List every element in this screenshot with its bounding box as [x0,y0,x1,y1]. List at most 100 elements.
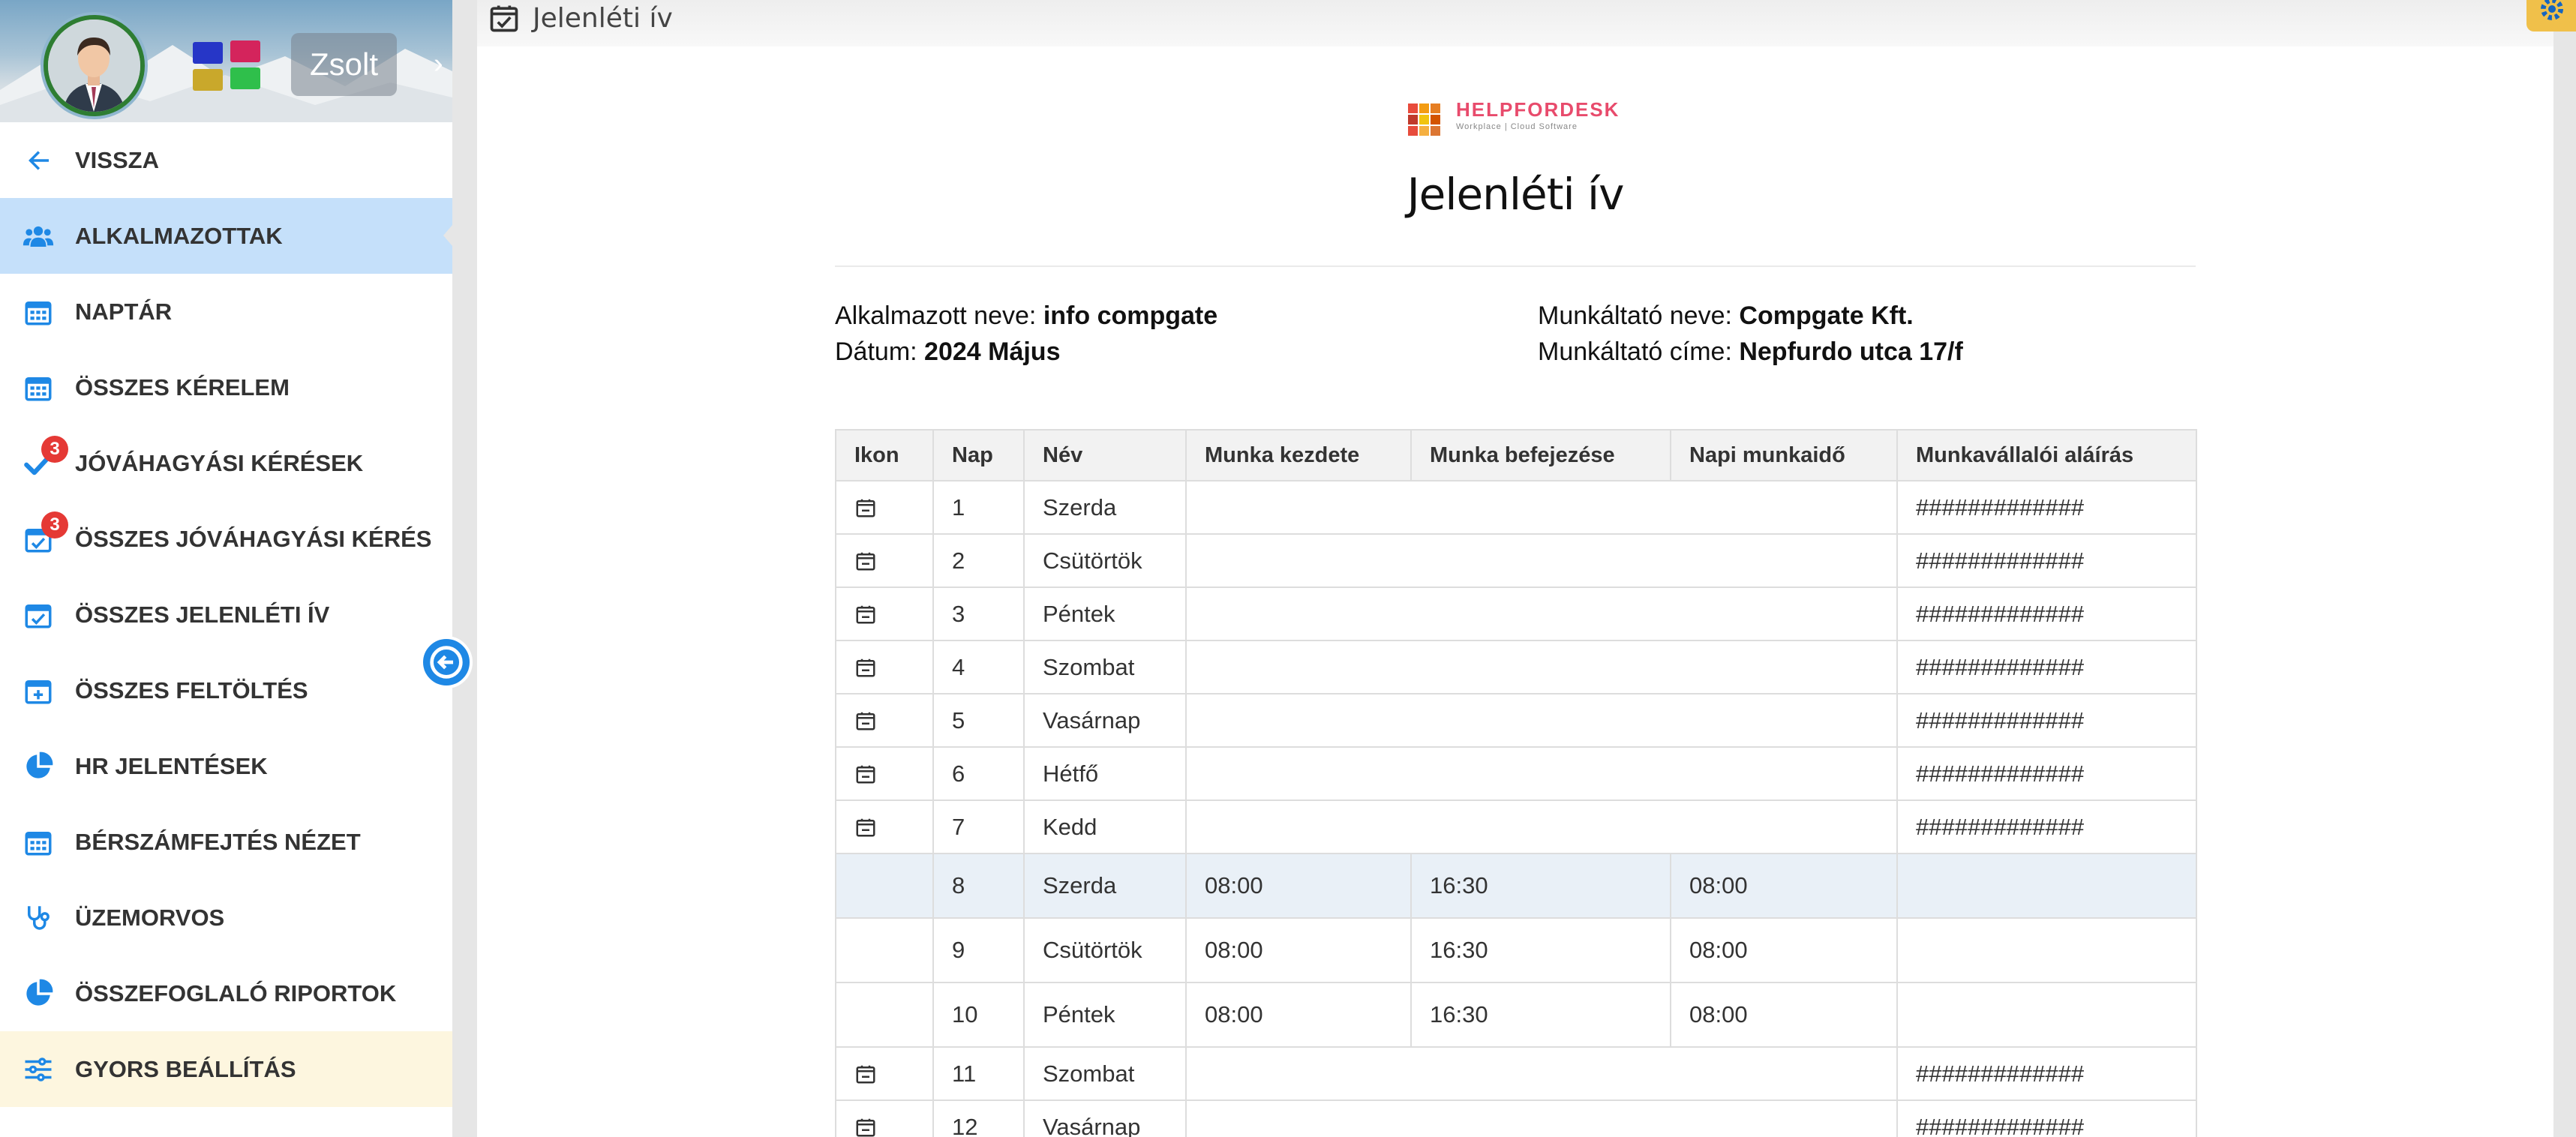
calendar-icon [25,832,52,856]
signature-cell: ############# [1896,800,2197,854]
sidebar-item-vissza[interactable]: VISSZA [0,122,452,198]
day-name-cell: Péntek [1023,982,1187,1048]
logo-tagline: Workplace | Cloud Software [1456,122,1578,131]
icon-cell [835,917,934,983]
sidebar-item-osszes-jelenleti-iv[interactable]: ÖSSZES JELENLÉTI ÍV [0,577,452,652]
empty-time-cell [1185,480,1898,535]
sliders-icon [25,1058,52,1082]
employer-address-label: Munkáltató címe: [1538,338,1732,366]
sidebar-item-osszes-feltoltes[interactable]: ÖSSZES FELTÖLTÉS [0,652,452,728]
end-time-cell: 16:30 [1410,982,1671,1048]
table-row: 11 Szombat ############# [835,1046,2197,1101]
end-time-cell: 16:30 [1410,853,1671,919]
calendar-plus-icon [25,680,52,704]
logo-name: HELPFORDESK [1456,98,1620,121]
notification-badge: 3 [41,512,68,538]
sidebar-item-osszes-jovahagyasi-keres[interactable]: 3 ÖSSZES JÓVÁHAGYÁSI KÉRÉS [0,501,452,577]
sidebar: Zsolt › VISSZA ALKALMAZOTTAK NAPTÁR ÖSSZ… [0,0,452,1137]
settings-gear-button[interactable] [2526,0,2576,32]
day-name-cell: Csütörtök [1023,917,1187,983]
empty-time-cell [1185,1046,1898,1101]
collapse-sidebar-button[interactable] [420,636,473,688]
sidebar-item-label: NAPTÁR [75,298,173,325]
icon-cell [835,1100,934,1137]
empty-time-cell [1185,640,1898,694]
app-logo[interactable] [193,40,262,92]
users-icon [23,226,54,247]
date-label: Dátum: [835,338,917,366]
table-row: 2 Csütörtök ############# [835,533,2197,588]
signature-cell: ############# [1896,693,2197,748]
pie-chart-icon [26,752,53,778]
calendar-minus-icon [856,1118,875,1136]
sidebar-item-label: ALKALMAZOTTAK [75,223,283,249]
employer-name-label: Munkáltató neve: [1538,302,1732,330]
signature-cell: ############# [1896,1046,2197,1101]
sidebar-item-naptar[interactable]: NAPTÁR [0,274,452,350]
icon-cell [835,746,934,801]
calendar-minus-icon [856,765,875,783]
column-header: Név [1023,429,1187,482]
employer-name-value: Compgate Kft. [1739,302,1914,330]
calendar-minus-icon [856,658,875,676]
icon-cell [835,586,934,641]
day-name-cell: Szombat [1023,640,1187,694]
helpfordesk-logo: HELPFORDESK Workplace | Cloud Software [1408,92,1633,137]
sidebar-item-label: HR JELENTÉSEK [75,753,268,779]
day-cell: 9 [932,917,1025,983]
avatar[interactable] [44,15,145,116]
day-name-cell: Csütörtök [1023,533,1187,588]
employee-name-value: info compgate [1043,302,1218,330]
stethoscope-icon [28,906,50,930]
sidebar-item-jovahagyasi-keresek[interactable]: 3 JÓVÁHAGYÁSI KÉRÉSEK [0,425,452,501]
day-cell: 3 [932,586,1025,641]
icon-cell [835,800,934,854]
document-title: Jelenléti ív [1407,169,1625,220]
day-cell: 5 [932,693,1025,748]
divider [835,266,2196,267]
sidebar-item-alkalmazottak[interactable]: ALKALMAZOTTAK [0,198,452,274]
sidebar-item-label: ÜZEMORVOS [75,904,225,931]
sidebar-item-berszamfejtes-nezet[interactable]: BÉRSZÁMFEJTÉS NÉZET [0,804,452,880]
start-time-cell: 08:00 [1185,982,1412,1048]
sidebar-item-label: ÖSSZEFOGLALÓ RIPORTOK [75,980,397,1006]
icon-cell [835,533,934,588]
top-bar: Jelenléti ív [477,0,2553,46]
calendar-check-icon [490,5,518,32]
empty-time-cell [1185,800,1898,854]
attendance-table: Ikon Nap Név Munka kezdete Munka befejez… [835,429,2197,1137]
sidebar-item-gyors-beallitas[interactable]: GYORS BEÁLLÍTÁS [0,1031,452,1107]
day-cell: 10 [932,982,1025,1048]
arrow-left-circle-icon [430,646,463,679]
signature-cell: ############# [1896,640,2197,694]
day-name-cell: Kedd [1023,800,1187,854]
sidebar-item-osszes-kerelem[interactable]: ÖSSZES KÉRELEM [0,350,452,425]
arrow-left-icon [29,151,49,170]
day-cell: 2 [932,533,1025,588]
sidebar-header: Zsolt › [0,0,452,122]
day-cell: 6 [932,746,1025,801]
day-cell: 4 [932,640,1025,694]
sidebar-item-label: ÖSSZES JÓVÁHAGYÁSI KÉRÉS [75,526,432,552]
calendar-minus-icon [856,818,875,836]
chevron-right-icon[interactable]: › [434,48,443,80]
day-cell: 1 [932,480,1025,535]
table-row: 9 Csütörtök 08:00 16:30 08:00 [835,917,2197,983]
column-header: Napi munkaidő [1670,429,1898,482]
calendar-minus-icon [856,499,875,517]
sidebar-item-hr-jelentesek[interactable]: HR JELENTÉSEK [0,728,452,804]
signature-cell: ############# [1896,1100,2197,1137]
table-row: 8 Szerda 08:00 16:30 08:00 [835,853,2197,919]
table-row: 3 Péntek ############# [835,586,2197,641]
icon-cell [835,693,934,748]
table-row: 12 Vasárnap ############# [835,1100,2197,1137]
employer-address-value: Nepfurdo utca 17/f [1739,338,1963,366]
calendar-icon [25,377,52,401]
sidebar-item-uzemorvos[interactable]: ÜZEMORVOS [0,880,452,956]
empty-time-cell [1185,1100,1898,1137]
table-row: 5 Vasárnap ############# [835,693,2197,748]
table-row: 6 Hétfő ############# [835,746,2197,801]
sidebar-item-osszefoglalo-riportok[interactable]: ÖSSZEFOGLALÓ RIPORTOK [0,956,452,1031]
column-header: Munka kezdete [1185,429,1412,482]
user-name-badge[interactable]: Zsolt [291,33,397,96]
